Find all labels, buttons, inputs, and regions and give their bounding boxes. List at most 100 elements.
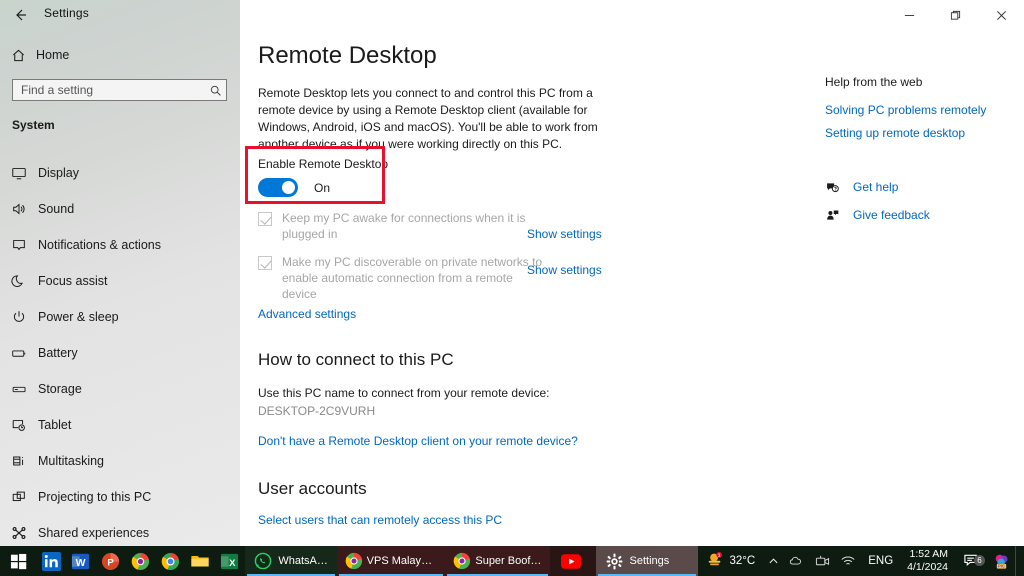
tray-language[interactable]: ENG: [861, 555, 900, 567]
help-link-setting-up-remote-desktop[interactable]: Setting up remote desktop: [825, 126, 1015, 140]
sidebar-item-tablet[interactable]: Tablet: [0, 407, 240, 443]
pic-app-icon[interactable]: PIC: [988, 546, 1015, 576]
taskbar-window-label: VPS Malaysia c...: [366, 555, 438, 567]
sidebar-item-power-sleep[interactable]: Power & sleep: [0, 299, 240, 335]
sidebar-item-label: Display: [38, 166, 79, 180]
monitor-icon: [0, 165, 38, 181]
svg-text:W: W: [76, 557, 86, 568]
remote-desktop-client-link[interactable]: Don't have a Remote Desktop client on yo…: [258, 434, 578, 448]
discoverable-checkbox[interactable]: [258, 256, 272, 270]
advanced-settings-link[interactable]: Advanced settings: [258, 307, 356, 321]
toggle-knob: [282, 181, 295, 194]
pc-name-instruction: Use this PC name to connect from your re…: [258, 386, 550, 400]
get-help-action[interactable]: Get help: [825, 176, 1015, 198]
tray-clock[interactable]: 1:52 AM 4/1/2024: [900, 548, 955, 574]
sidebar-item-projecting[interactable]: Projecting to this PC: [0, 479, 240, 515]
help-panel: Help from the web Solving PC problems re…: [825, 75, 1015, 232]
search-input[interactable]: [13, 83, 204, 97]
sidebar-item-label: Storage: [38, 382, 82, 396]
sidebar-item-label: Power & sleep: [38, 310, 119, 324]
app-title: Settings: [44, 6, 89, 20]
sidebar-item-focus-assist[interactable]: Focus assist: [0, 263, 240, 299]
svg-text:X: X: [229, 557, 236, 568]
show-settings-link-keep-awake[interactable]: Show settings: [527, 227, 602, 241]
taskbar-icon-chrome-beta[interactable]: [126, 546, 156, 576]
page-title: Remote Desktop: [258, 42, 437, 69]
get-help-label: Get help: [853, 180, 899, 194]
close-button[interactable]: [978, 0, 1024, 30]
help-actions: Get help Give feedback: [825, 176, 1015, 226]
svg-text:P: P: [108, 557, 115, 568]
taskbar-icon-file-explorer[interactable]: [185, 546, 215, 576]
checkbox-row-discoverable[interactable]: Make my PC discoverable on private netwo…: [258, 254, 603, 302]
clock-time: 1:52 AM: [909, 548, 949, 560]
taskbar-window-super-boof[interactable]: Super Boof Str...: [445, 546, 550, 576]
give-feedback-label: Give feedback: [853, 208, 930, 222]
search-icon: [204, 84, 226, 97]
pc-name-value: DESKTOP-2C9VURH: [258, 404, 376, 418]
gear-icon: [604, 553, 626, 570]
speaker-icon: [0, 201, 38, 217]
sidebar-item-sound[interactable]: Sound: [0, 191, 240, 227]
help-panel-title: Help from the web: [825, 75, 923, 89]
taskbar-window-label: Super Boof Str...: [475, 555, 541, 567]
back-arrow-icon[interactable]: [6, 2, 34, 28]
action-center-button[interactable]: 6: [955, 553, 988, 569]
sidebar-item-storage[interactable]: Storage: [0, 371, 240, 407]
sidebar-item-notifications[interactable]: Notifications & actions: [0, 227, 240, 263]
main-content: Remote Desktop Remote Desktop lets you c…: [240, 30, 1024, 546]
taskbar-window-vps-malaysia[interactable]: VPS Malaysia c...: [336, 546, 446, 576]
keep-awake-checkbox[interactable]: [258, 212, 272, 226]
enable-remote-desktop-label: Enable Remote Desktop: [258, 157, 389, 171]
battery-icon: [0, 345, 38, 362]
chevron-up-icon[interactable]: [763, 546, 784, 576]
taskbar-icon-word[interactable]: W: [66, 546, 96, 576]
wifi-icon[interactable]: [835, 546, 861, 576]
give-feedback-action[interactable]: Give feedback: [825, 204, 1015, 226]
enable-remote-desktop-toggle[interactable]: [258, 178, 298, 197]
notification-count-badge: 6: [974, 555, 986, 566]
meet-now-icon[interactable]: [810, 546, 835, 576]
whatsapp-icon: [253, 552, 275, 570]
sidebar-item-home[interactable]: Home: [0, 43, 240, 67]
taskbar-window-whatsapp[interactable]: WhatsApp: [244, 546, 337, 576]
taskbar-icon-linkedin[interactable]: [36, 546, 66, 576]
sidebar-item-display[interactable]: Display: [0, 155, 240, 191]
sidebar-item-multitasking[interactable]: Multitasking: [0, 443, 240, 479]
power-icon: [0, 309, 38, 325]
taskbar-window-label: WhatsApp: [278, 555, 329, 567]
sidebar-item-label: Battery: [38, 346, 78, 360]
sidebar-item-label: Focus assist: [38, 274, 108, 288]
onedrive-icon[interactable]: [784, 546, 810, 576]
show-desktop-button[interactable]: [1015, 546, 1020, 576]
help-link-solving-pc-problems[interactable]: Solving PC problems remotely: [825, 103, 1015, 117]
taskbar-window-settings[interactable]: Settings: [595, 546, 698, 576]
maximize-button[interactable]: [932, 0, 978, 30]
titlebar-right: [240, 0, 1024, 30]
taskbar-icon-excel[interactable]: X: [215, 546, 245, 576]
sidebar-item-battery[interactable]: Battery: [0, 335, 240, 371]
show-settings-link-discoverable[interactable]: Show settings: [527, 263, 602, 277]
get-help-icon: [825, 180, 853, 195]
taskbar-window-youtube[interactable]: [549, 546, 596, 576]
taskbar-icon-chrome[interactable]: [155, 546, 185, 576]
multitasking-icon: [0, 453, 38, 469]
taskbar-icon-powerpoint[interactable]: P: [96, 546, 126, 576]
windows-start-icon[interactable]: [0, 546, 36, 576]
tray-weather[interactable]: 1 32°C: [698, 550, 764, 573]
svg-text:PIC: PIC: [998, 563, 1005, 568]
search-box[interactable]: [12, 79, 227, 101]
sidebar-item-label: Projecting to this PC: [38, 490, 152, 504]
discoverable-label: Make my PC discoverable on private netwo…: [282, 255, 543, 301]
minimize-button[interactable]: [886, 0, 932, 30]
projecting-icon: [0, 489, 38, 505]
feedback-icon: [825, 208, 853, 223]
share-icon: [0, 525, 38, 541]
system-tray: 1 32°C ENG 1:52 AM 4/1/2024 6 PIC: [698, 546, 1024, 576]
taskbar: W P X WhatsApp VPS Malaysia Super Boof S…: [0, 546, 1024, 576]
settings-window: Settings Home System: [0, 0, 1024, 546]
select-users-link[interactable]: Select users that can remotely access th…: [258, 513, 502, 527]
page-description: Remote Desktop lets you connect to and c…: [258, 86, 598, 151]
weather-temperature: 32°C: [729, 555, 756, 567]
clock-date: 4/1/2024: [907, 561, 949, 573]
